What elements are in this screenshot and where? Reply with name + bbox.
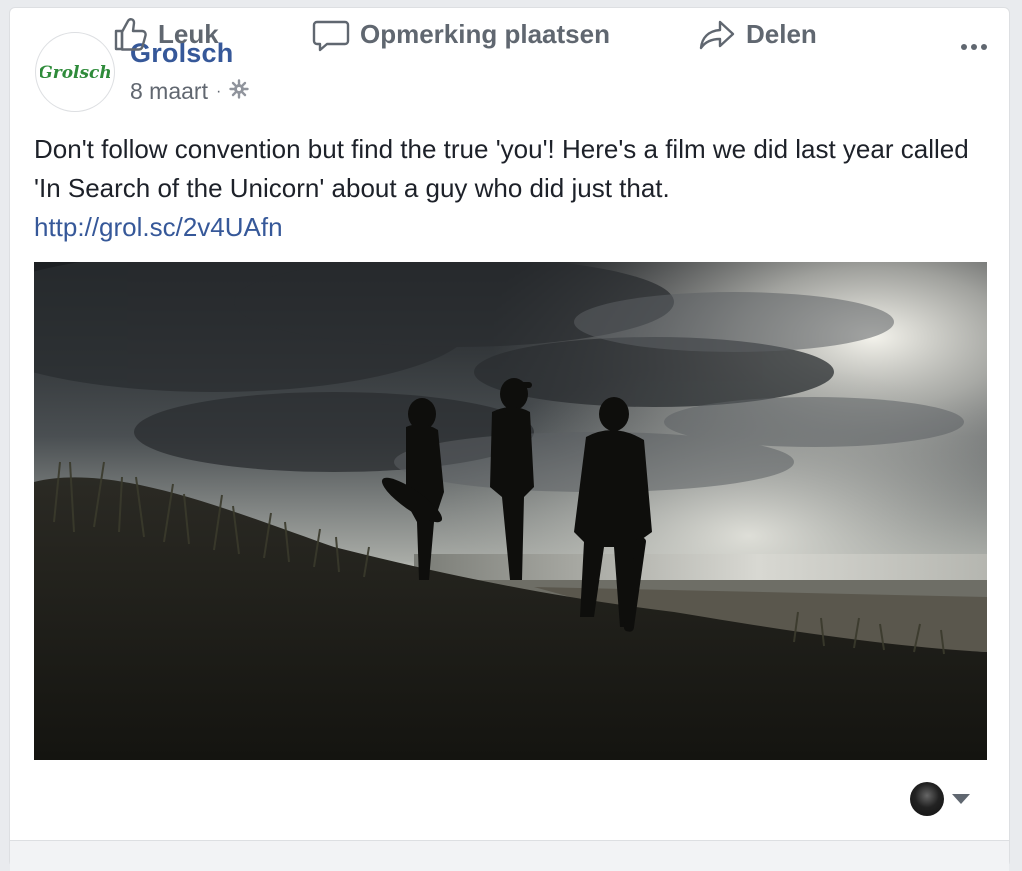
post-card: Grolsch Grolsch 8 maart · Don't follow c… — [9, 7, 1010, 871]
share-arrow-icon — [699, 20, 735, 50]
post-text: Don't follow convention but find the tru… — [34, 130, 984, 247]
globe-icon[interactable] — [229, 78, 250, 105]
page-avatar[interactable]: Grolsch — [35, 32, 115, 112]
post-as-selector[interactable] — [910, 782, 970, 816]
thumbs-up-icon — [114, 18, 147, 51]
share-button[interactable]: Delen — [698, 8, 817, 60]
post-link[interactable]: http://grol.sc/2v4UAfn — [34, 208, 984, 247]
grolsch-logo: Grolsch — [40, 63, 110, 83]
comment-area-strip — [10, 841, 1009, 871]
comment-button[interactable]: Opmerking plaatsen — [312, 8, 610, 60]
post-meta: 8 maart · — [130, 78, 250, 105]
video-thumbnail[interactable] — [34, 262, 987, 760]
viewer-avatar — [910, 782, 944, 816]
share-label: Delen — [746, 18, 817, 49]
like-button[interactable]: Leuk — [110, 8, 219, 60]
comment-icon — [312, 20, 350, 52]
more-options-icon[interactable] — [957, 40, 991, 54]
meta-separator: · — [215, 82, 222, 100]
logo-text: Grolsch — [40, 63, 110, 83]
chevron-down-icon — [952, 794, 970, 804]
comment-label: Opmerking plaatsen — [360, 18, 610, 49]
like-label: Leuk — [158, 18, 219, 49]
post-date[interactable]: 8 maart — [130, 78, 208, 105]
post-body: Don't follow convention but find the tru… — [34, 134, 969, 203]
